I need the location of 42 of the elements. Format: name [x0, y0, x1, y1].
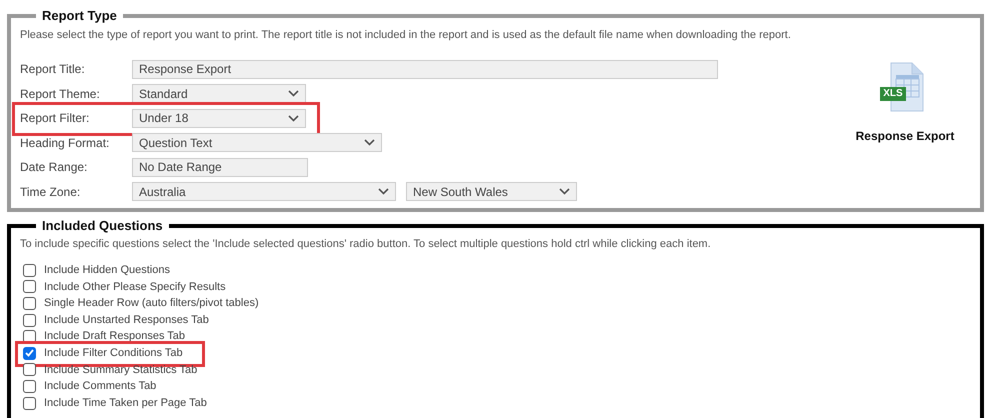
- section-title: Report Type: [41, 7, 118, 25]
- chevron-down-icon: [288, 114, 299, 122]
- checkbox[interactable]: [23, 396, 36, 410]
- dropdown[interactable]: Standard: [132, 84, 306, 104]
- dropdown[interactable]: Under 18: [132, 108, 306, 128]
- dropdown[interactable]: New South Wales: [406, 182, 577, 202]
- file-type-label: XLS: [880, 87, 906, 101]
- checkbox[interactable]: [23, 380, 36, 393]
- field-label: Time Zone:: [20, 184, 82, 201]
- checkbox-label: Single Header Row (auto filters/pivot tables): [44, 296, 259, 312]
- checkbox-label: Include Hidden Questions: [44, 263, 170, 278]
- description: To include specific questions select the 'Include selected questions' radio button. To select multiple questions hold ctrl while clicking each item.: [20, 236, 712, 252]
- text-field[interactable]: No Date Range: [132, 158, 308, 177]
- export-title: Response Export: [856, 128, 954, 145]
- chevron-down-icon: [378, 188, 389, 196]
- chevron-down-icon: [559, 188, 570, 196]
- section-title: Included Questions: [41, 217, 164, 235]
- text-field[interactable]: Response Export: [132, 60, 718, 79]
- checkbox-label: Include Unstarted Responses Tab: [44, 312, 209, 328]
- checkbox-label: Include Draft Responses Tab: [44, 329, 186, 344]
- field-label: Heading Format:: [20, 134, 110, 152]
- dropdown[interactable]: Australia: [132, 182, 396, 202]
- checkbox[interactable]: [23, 363, 36, 376]
- checkbox-label: Include Summary Statistics Tab: [44, 362, 198, 378]
- description: Please select the type of report you want to print. The report title is not included in the report and is used as the default file name when downloading the report.: [20, 28, 792, 42]
- dropdown[interactable]: Question Text: [132, 133, 382, 152]
- checkbox-label: Include Other Please Specify Results: [44, 280, 226, 295]
- checkbox[interactable]: [23, 314, 36, 327]
- chevron-down-icon: [288, 90, 299, 98]
- checkbox[interactable]: [23, 264, 36, 277]
- field-label: Report Title:: [20, 61, 86, 78]
- check-icon: [25, 349, 34, 358]
- checkbox[interactable]: [23, 346, 36, 360]
- checkbox-label: Include Filter Conditions Tab: [44, 346, 183, 362]
- field-label: Report Theme:: [20, 86, 101, 103]
- checkbox-label: Include Time Taken per Page Tab: [44, 396, 207, 411]
- checkbox[interactable]: [23, 280, 36, 294]
- checkbox[interactable]: [23, 296, 36, 310]
- chevron-down-icon: [364, 139, 375, 146]
- field-label: Report Filter:: [20, 110, 90, 128]
- checkbox-label: Include Comments Tab: [44, 379, 156, 394]
- field-label: Date Range:: [20, 159, 88, 176]
